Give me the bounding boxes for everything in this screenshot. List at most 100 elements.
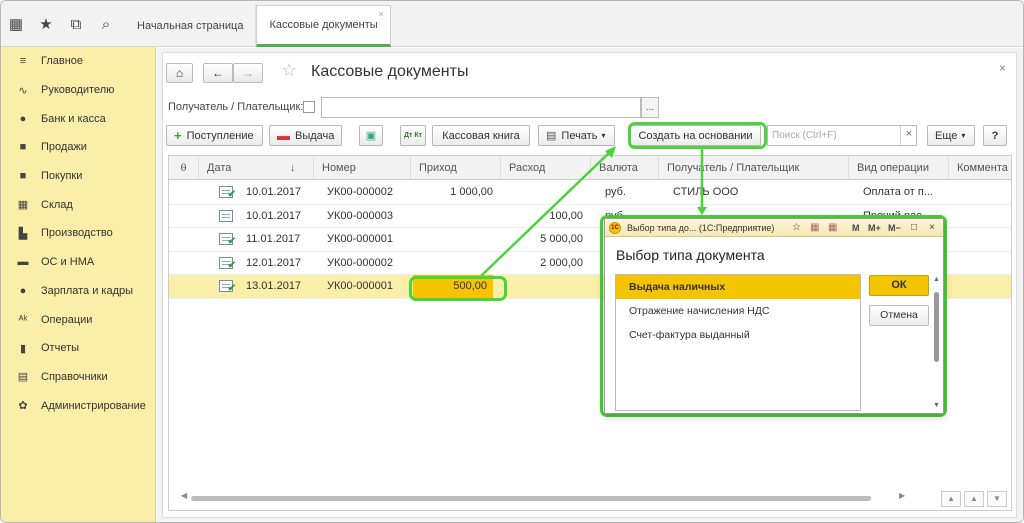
cell-operation: Оплата от п... [863, 186, 933, 198]
printer-icon: ▤ [546, 130, 557, 142]
more-label: Еще [935, 129, 958, 142]
tab-home[interactable]: Начальная страница [125, 5, 257, 47]
scroll-up-icon[interactable]: ▲ [964, 491, 984, 507]
calculator-icon[interactable]: ▦ [810, 219, 819, 237]
star-icon[interactable]: ★ [31, 1, 61, 47]
filter-select-button[interactable]: ... [641, 97, 659, 118]
home-button[interactable]: ⌂ [166, 63, 193, 83]
scroll-thumb[interactable] [934, 292, 939, 362]
column-date[interactable]: Дата ↓ [199, 156, 314, 180]
scroll-up-icon[interactable]: ▲ [933, 276, 940, 283]
column-comment[interactable]: Коммента [949, 156, 1011, 180]
close-icon[interactable]: × [999, 61, 1006, 75]
sidebar-item-label: Справочники [41, 370, 108, 383]
memory-minus-icon[interactable]: M− [888, 219, 901, 237]
favorite-star-icon[interactable]: ☆ [281, 60, 297, 81]
sidebar-item-bank[interactable]: ● Банк и касса [1, 104, 155, 133]
close-icon[interactable]: × [378, 9, 383, 19]
sidebar-item-payroll[interactable]: ● Зарплата и кадры [1, 277, 155, 306]
dialog-title: Выбор типа до... (1С:Предприятие) [627, 223, 775, 233]
sidebar-item-label: Производство [41, 227, 113, 240]
print-button[interactable]: ▤ Печать ▾ [538, 125, 615, 146]
more-button[interactable]: Еще ▾ [927, 125, 975, 146]
highlight-income-cell [409, 276, 507, 301]
scroll-down-icon[interactable]: ▼ [987, 491, 1007, 507]
sidebar-item-warehouse[interactable]: ▦ Склад [1, 190, 155, 219]
sidebar-item-operations[interactable]: ᴬᵏ Операции [1, 305, 155, 334]
list-scrollbar[interactable]: ▲ ▼ [932, 276, 941, 412]
sidebar-item-label: Администрирование [41, 399, 146, 412]
memory-plus-icon[interactable]: M+ [868, 219, 881, 237]
dt-kt-button[interactable]: Дт Кт [400, 125, 426, 146]
document-icon [219, 209, 233, 222]
cash-book-button[interactable]: Кассовая книга [432, 125, 530, 146]
minus-icon: ▬ [277, 128, 290, 143]
favorite-icon[interactable]: ☆ [792, 219, 801, 237]
column-counterparty[interactable]: Получатель / Плательщик [659, 156, 849, 180]
calendar-icon[interactable]: ▦ [828, 219, 837, 237]
cell-date: 10.01.2017 [246, 209, 302, 222]
print-label: Печать [561, 129, 598, 142]
cell-number: УК00-000001 [327, 233, 393, 245]
help-button[interactable]: ? [983, 125, 1007, 146]
column-income[interactable]: Приход [411, 156, 501, 180]
close-icon[interactable]: × [929, 219, 935, 237]
sidebar-item-production[interactable]: ▙ Производство [1, 219, 155, 248]
sidebar-item-sales[interactable]: ■ Продажи [1, 133, 155, 162]
choose-document-type-dialog: 1С Выбор типа до... (1С:Предприятие) ☆ ▦… [604, 218, 944, 414]
search-clear-icon[interactable]: × [900, 125, 917, 146]
maximize-icon[interactable]: □ [911, 219, 917, 237]
list-item-invoice-issued[interactable]: Счет-фактура выданный [616, 323, 860, 347]
scroll-right-icon[interactable]: ▶ [899, 491, 905, 500]
cell-counterparty: СТИЛЬ ООО [673, 186, 739, 198]
document-plus-icon: ▣ [365, 130, 377, 142]
scroll-left-icon[interactable]: ◀ [181, 491, 187, 500]
posted-document-icon: ✔ [219, 186, 236, 200]
sidebar-item-assets[interactable]: ▬ ОС и НМА [1, 248, 155, 277]
issue-button[interactable]: ▬ Выдача [269, 125, 342, 146]
grid-icon[interactable]: ▦ [1, 1, 31, 47]
sidebar-item-label: Руководителю [41, 84, 115, 97]
sort-desc-icon: ↓ [290, 162, 296, 174]
horizontal-scrollbar[interactable]: ◀ ▶ [181, 491, 911, 502]
sidebar-item-main[interactable]: ≡ Главное [1, 47, 155, 76]
cell-date: 13.01.2017 [246, 280, 302, 292]
column-number[interactable]: Номер [314, 156, 411, 180]
copy-document-button[interactable]: ▣ [359, 125, 383, 146]
sidebar-item-purchases[interactable]: ■ Покупки [1, 162, 155, 191]
attachment-column-icon[interactable]: ⍬ [169, 156, 199, 180]
back-button[interactable]: ← [203, 63, 233, 83]
counterparty-filter-input[interactable] [321, 97, 641, 118]
scroll-down-icon[interactable]: ▼ [933, 402, 940, 409]
column-expense[interactable]: Расход [501, 156, 591, 180]
cancel-button[interactable]: Отмена [869, 305, 929, 326]
column-operation[interactable]: Вид операции [849, 156, 949, 180]
sidebar-item-reports[interactable]: ▮ Отчеты [1, 334, 155, 363]
column-currency[interactable]: Валюта [591, 156, 659, 180]
sidebar-item-catalogs[interactable]: ▤ Справочники [1, 363, 155, 392]
sidebar-item-manager[interactable]: ∿ Руководителю [1, 76, 155, 105]
forward-button[interactable]: → [233, 63, 263, 83]
filter-checkbox[interactable] [303, 101, 315, 113]
scroll-top-icon[interactable]: ▲ [941, 491, 961, 507]
receipt-button[interactable]: + Поступление [166, 125, 263, 146]
ok-button[interactable]: ОК [869, 275, 929, 296]
cell-number: УК00-000002 [327, 186, 393, 198]
tab-cash-documents-label: Кассовые документы [269, 19, 378, 31]
memory-icon[interactable]: M [852, 219, 860, 237]
page-title: Кассовые документы [311, 63, 469, 80]
debit-credit-icon: Дт Кт [403, 132, 423, 139]
tab-cash-documents[interactable]: Кассовые документы × [256, 5, 391, 47]
sidebar-item-label: Зарплата и кадры [41, 284, 134, 297]
scroll-thumb[interactable] [191, 496, 871, 501]
gear-icon: ✿ [18, 400, 28, 413]
table-row[interactable]: ✔ 10.01.2017 УК00-000002 1 000,00 руб. С… [169, 181, 1011, 205]
list-item-vat-accrual[interactable]: Отражение начисления НДС [616, 299, 860, 323]
search-icon[interactable]: ⌕ [91, 1, 121, 47]
copy-icon[interactable]: ⧉ [61, 1, 91, 47]
list-item-cash-issue[interactable]: Выдача наличных [616, 275, 860, 299]
bar-chart-icon: ▮ [19, 342, 27, 355]
cell-date: 12.01.2017 [246, 256, 302, 269]
sidebar-item-admin[interactable]: ✿ Администрирование [1, 391, 155, 420]
search-input[interactable]: Поиск (Ctrl+F) [767, 125, 917, 146]
